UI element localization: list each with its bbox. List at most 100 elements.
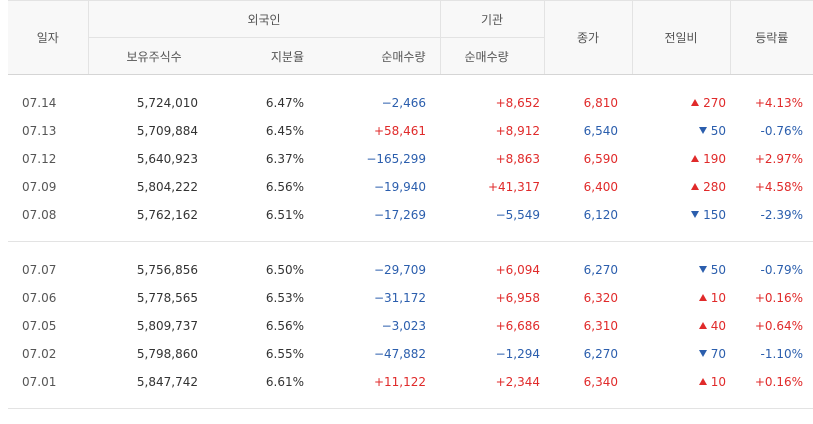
row-inst-net: −1,294 xyxy=(495,347,540,361)
change-value: 190 xyxy=(703,152,726,166)
row-inst-net: +6,958 xyxy=(495,291,540,305)
header-inst-net: 순매수량 xyxy=(439,37,544,75)
row-inst-net: +8,863 xyxy=(495,152,540,166)
triangle-up-icon xyxy=(691,155,700,162)
triangle-down-icon xyxy=(698,127,707,134)
row-spacer xyxy=(8,75,813,90)
header-rate: 등락률 xyxy=(729,0,813,75)
row-close: 6,810 xyxy=(583,96,618,110)
header-close: 종가 xyxy=(543,0,632,75)
row-share: 6.45% xyxy=(265,124,304,138)
row-inst-net: +6,094 xyxy=(495,263,540,277)
row-change: 50 xyxy=(632,117,730,145)
row-holdings: 5,809,737 xyxy=(136,319,198,333)
row-holdings: 5,804,222 xyxy=(136,180,198,194)
row-share: 6.37% xyxy=(265,152,304,166)
table-row: 07.14 5,724,010 6.47% −2,466 +8,652 6,810 270 +… xyxy=(8,89,813,117)
row-close: 6,270 xyxy=(583,347,618,361)
triangle-down-icon xyxy=(698,266,707,273)
header-foreign: 외국인 xyxy=(87,0,440,38)
row-share: 6.50% xyxy=(265,263,304,277)
table-header: 일자 외국인 기관 종가 전일비 등락률 보유주식수 지분율 순매수량 순매수량 xyxy=(8,0,813,75)
row-foreign-net: −17,269 xyxy=(373,208,426,222)
row-spacer xyxy=(8,396,813,409)
spacer-cell xyxy=(8,242,813,257)
change-value: 50 xyxy=(710,263,726,277)
change-value: 40 xyxy=(710,319,726,333)
header-share: 지분율 xyxy=(198,37,318,75)
row-rate: -0.76% xyxy=(760,124,803,138)
triangle-up-icon xyxy=(698,378,707,385)
change-value: 10 xyxy=(710,375,726,389)
row-close: 6,590 xyxy=(583,152,618,166)
row-foreign-net: +11,122 xyxy=(373,375,426,389)
row-inst-net: −5,549 xyxy=(495,208,540,222)
row-rate: +4.13% xyxy=(754,96,803,110)
row-close: 6,120 xyxy=(583,208,618,222)
row-share: 6.51% xyxy=(265,208,304,222)
row-date: 07.12 xyxy=(22,152,57,166)
table-row: 07.06 5,778,565 6.53% −31,172 +6,958 6,320 10 +… xyxy=(8,284,813,312)
change-value: 280 xyxy=(703,180,726,194)
row-foreign-net: −29,709 xyxy=(373,263,426,277)
row-holdings: 5,709,884 xyxy=(136,124,198,138)
spacer-cell xyxy=(8,396,813,409)
table-row: 07.05 5,809,737 6.56% −3,023 +6,686 6,310 40 +0… xyxy=(8,312,813,340)
row-date: 07.14 xyxy=(22,96,57,110)
triangle-up-icon xyxy=(698,294,707,301)
investor-trading-table: 일자 외국인 기관 종가 전일비 등락률 보유주식수 지분율 순매수량 순매수량… xyxy=(8,0,813,409)
row-rate: -2.39% xyxy=(760,208,803,222)
row-close: 6,270 xyxy=(583,263,618,277)
row-change: 150 xyxy=(632,201,730,229)
row-foreign-net: −165,299 xyxy=(366,152,426,166)
header-institution: 기관 xyxy=(439,0,544,38)
table-row: 07.01 5,847,742 6.61% +11,122 +2,344 6,340 10 +… xyxy=(8,368,813,396)
row-change: 190 xyxy=(632,145,730,173)
row-rate: +2.97% xyxy=(754,152,803,166)
table-row: 07.09 5,804,222 6.56% −19,940 +41,317 6,400 28… xyxy=(8,173,813,201)
row-rate: -1.10% xyxy=(760,347,803,361)
row-foreign-net: −3,023 xyxy=(381,319,426,333)
row-change: 50 xyxy=(632,256,730,284)
row-close: 6,400 xyxy=(583,180,618,194)
table-row: 07.08 5,762,162 6.51% −17,269 −5,549 6,120 150… xyxy=(8,201,813,229)
row-share: 6.56% xyxy=(265,319,304,333)
row-foreign-net: +58,461 xyxy=(373,124,426,138)
row-rate: -0.79% xyxy=(760,263,803,277)
spacer-cell xyxy=(8,229,813,242)
row-foreign-net: −47,882 xyxy=(373,347,426,361)
row-holdings: 5,762,162 xyxy=(136,208,198,222)
triangle-down-icon xyxy=(698,350,707,357)
row-share: 6.53% xyxy=(265,291,304,305)
row-date: 07.07 xyxy=(22,263,57,277)
row-spacer xyxy=(8,229,813,242)
row-inst-net: +8,652 xyxy=(495,96,540,110)
row-holdings: 5,778,565 xyxy=(136,291,198,305)
row-rate: +4.58% xyxy=(754,180,803,194)
row-inst-net: +8,912 xyxy=(495,124,540,138)
change-value: 50 xyxy=(710,124,726,138)
row-foreign-net: −31,172 xyxy=(373,291,426,305)
table-row: 07.07 5,756,856 6.50% −29,709 +6,094 6,270 50 -… xyxy=(8,256,813,284)
row-change: 270 xyxy=(632,89,730,117)
row-change: 280 xyxy=(632,173,730,201)
row-inst-net: +6,686 xyxy=(495,319,540,333)
table-body: 07.14 5,724,010 6.47% −2,466 +8,652 6,810 270 +… xyxy=(8,75,813,409)
triangle-down-icon xyxy=(691,211,700,218)
row-date: 07.01 xyxy=(22,375,57,389)
header-foreign-net: 순매수량 xyxy=(318,37,440,75)
row-close: 6,310 xyxy=(583,319,618,333)
row-date: 07.08 xyxy=(22,208,57,222)
row-rate: +0.64% xyxy=(754,319,803,333)
triangle-up-icon xyxy=(691,183,700,190)
row-date: 07.09 xyxy=(22,180,57,194)
row-change: 10 xyxy=(632,368,730,396)
header-holdings: 보유주식수 xyxy=(87,37,198,75)
table-row: 07.13 5,709,884 6.45% +58,461 +8,912 6,540 50 -… xyxy=(8,117,813,145)
row-foreign-net: −19,940 xyxy=(373,180,426,194)
row-share: 6.47% xyxy=(265,96,304,110)
row-inst-net: +2,344 xyxy=(495,375,540,389)
row-holdings: 5,847,742 xyxy=(136,375,198,389)
table-row: 07.02 5,798,860 6.55% −47,882 −1,294 6,270 70 -… xyxy=(8,340,813,368)
triangle-up-icon xyxy=(698,322,707,329)
